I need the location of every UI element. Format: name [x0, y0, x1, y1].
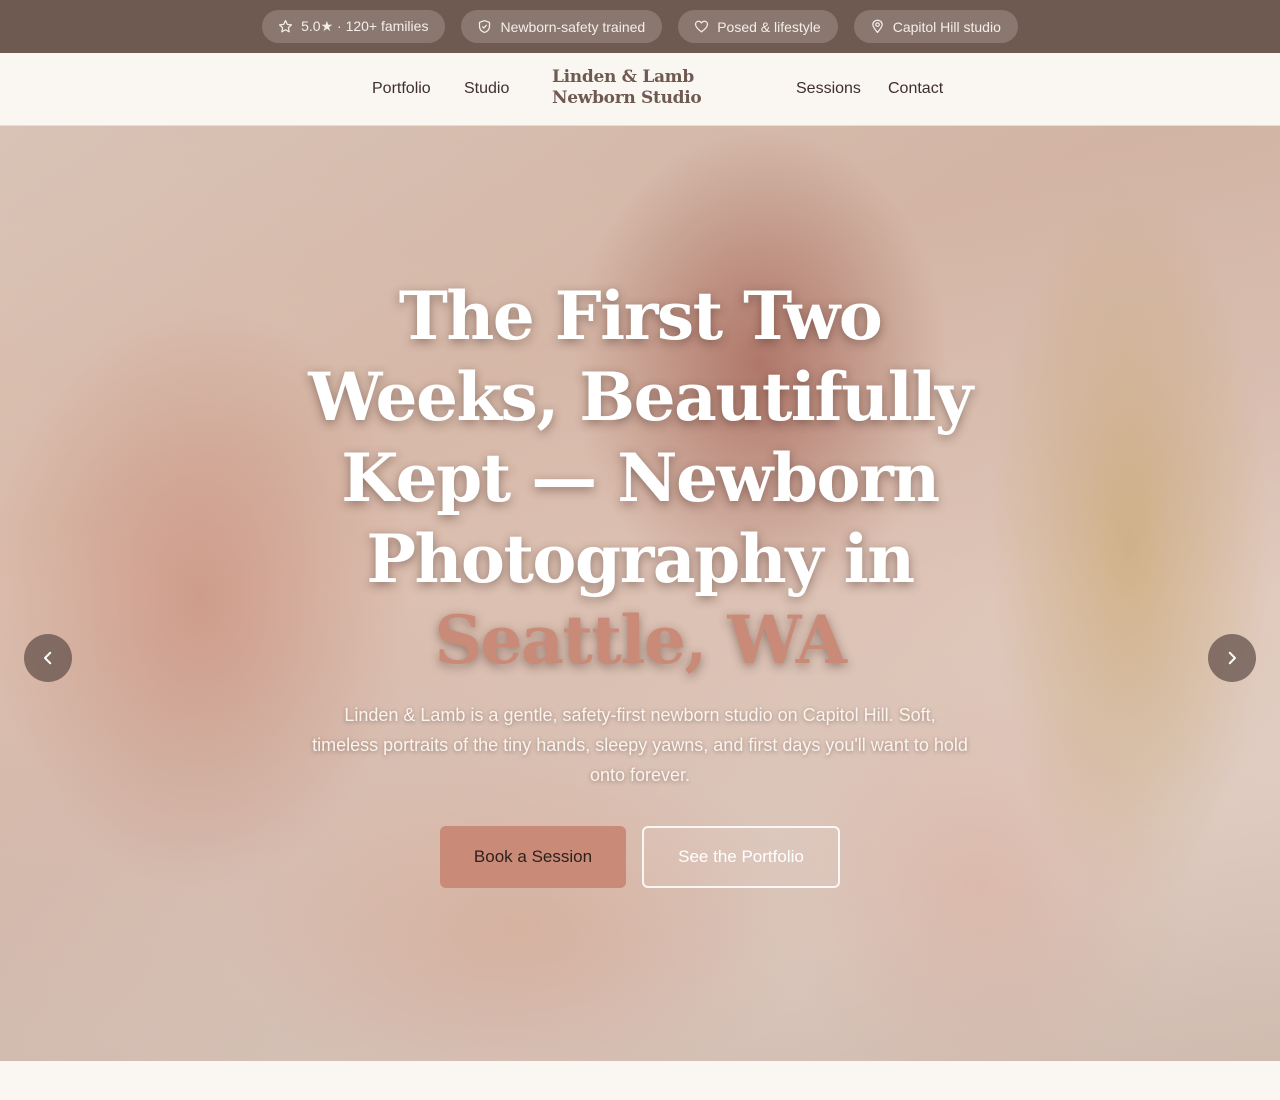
chevron-left-icon [44, 651, 52, 665]
hero-section: The First Two Weeks, Beautifully Kept — … [0, 126, 1280, 1061]
nav-link-contact[interactable]: Contact [888, 80, 943, 98]
brand-logo[interactable]: Linden & Lamb Newborn Studio [552, 67, 702, 109]
chevron-right-icon [1228, 651, 1236, 665]
book-session-button[interactable]: Book a Session [440, 826, 626, 888]
badge-safety: Newborn-safety trained [461, 10, 663, 43]
badge-location: Capitol Hill studio [853, 10, 1018, 43]
hero-headline-accent: Seattle, WA [434, 601, 847, 679]
next-section-edge [0, 1061, 1280, 1100]
brand-name-line2: Newborn Studio [552, 88, 702, 108]
badge-style: Posed & lifestyle [678, 10, 838, 43]
carousel-prev-button[interactable] [24, 634, 72, 682]
hero-subtext: Linden & Lamb is a gentle, safety-first … [312, 705, 968, 785]
hero-headline-line3: Kept — Newborn [341, 439, 940, 517]
nav-link-studio[interactable]: Studio [464, 80, 509, 98]
shield-icon [479, 19, 491, 34]
badge-rating-label: 5.0★ · 120+ families [301, 18, 429, 34]
see-portfolio-button[interactable]: See the Portfolio [642, 826, 840, 888]
heart-icon [695, 20, 709, 33]
hero-headline-line1: The First Two [398, 277, 883, 355]
nav-link-sessions[interactable]: Sessions [796, 80, 861, 98]
trust-badge-bar: 5.0★ · 120+ families Newborn-safety trai… [0, 0, 1280, 53]
badge-safety-label: Newborn-safety trained [500, 18, 646, 35]
brand-name-line1: Linden & Lamb [552, 67, 694, 87]
map-pin-icon [871, 19, 883, 34]
carousel-next-button[interactable] [1208, 634, 1256, 682]
hero-headline-line4: Photography in [366, 520, 915, 598]
badge-location-label: Capitol Hill studio [892, 18, 1001, 35]
nav-link-portfolio[interactable]: Portfolio [372, 80, 431, 98]
badge-rating: 5.0★ · 120+ families [262, 10, 446, 43]
hero-headline: The First Two Weeks, Beautifully Kept — … [240, 276, 1040, 681]
badge-style-label: Posed & lifestyle [717, 18, 821, 35]
star-icon [279, 19, 293, 33]
hero-headline-line2: Weeks, Beautifully [308, 358, 973, 436]
main-nav: Portfolio Studio Linden & Lamb Newborn S… [0, 53, 1280, 126]
